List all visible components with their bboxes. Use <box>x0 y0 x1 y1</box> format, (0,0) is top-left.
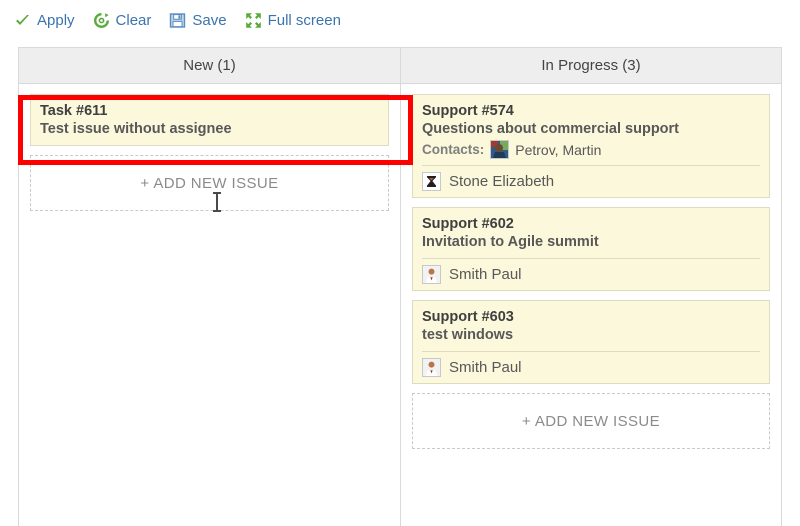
checkmark-icon <box>14 12 31 29</box>
column-new: New (1) Task #611 Test issue without ass… <box>18 47 400 526</box>
floppy-disk-icon <box>169 12 186 29</box>
clear-label: Clear <box>116 12 152 29</box>
add-new-issue-label: + ADD NEW ISSUE <box>140 175 278 192</box>
card-title: Invitation to Agile summit <box>422 233 760 252</box>
assignee-avatar <box>422 358 441 377</box>
text-cursor <box>216 192 218 212</box>
card-divider <box>422 258 760 259</box>
save-label: Save <box>192 12 226 29</box>
card-id: Support #602 <box>422 215 760 233</box>
card-contacts-row: Contacts: Petrov, Martin <box>422 140 760 159</box>
card-title: Questions about commercial support <box>422 120 760 139</box>
issue-card[interactable]: Support #603 test windows Smith Paul <box>412 300 770 384</box>
contacts-label: Contacts: <box>422 141 484 159</box>
assignee-avatar <box>422 265 441 284</box>
column-body-in-progress: Support #574 Questions about commercial … <box>401 84 781 526</box>
card-assignee-row: Smith Paul <box>422 265 760 284</box>
fullscreen-button[interactable]: Full screen <box>245 12 341 29</box>
card-id: Support #603 <box>422 308 760 326</box>
toolbar: Apply Clear Save <box>0 0 800 40</box>
column-in-progress: In Progress (3) Support #574 Questions a… <box>400 47 782 526</box>
fullscreen-arrows-icon <box>245 12 262 29</box>
issue-card[interactable]: Task #611 Test issue without assignee <box>30 94 389 146</box>
apply-label: Apply <box>37 12 75 29</box>
apply-button[interactable]: Apply <box>14 12 75 29</box>
card-id: Support #574 <box>422 102 760 120</box>
add-new-issue-button[interactable]: + ADD NEW ISSUE <box>412 393 770 449</box>
add-new-issue-label: + ADD NEW ISSUE <box>522 413 660 430</box>
fullscreen-label: Full screen <box>268 12 341 29</box>
kanban-board: New (1) Task #611 Test issue without ass… <box>18 47 782 526</box>
add-new-issue-button[interactable]: + ADD NEW ISSUE <box>30 155 389 211</box>
refresh-icon <box>93 12 110 29</box>
column-body-new: Task #611 Test issue without assignee + … <box>19 84 400 526</box>
card-title: Test issue without assignee <box>40 120 379 139</box>
assignee-name: Smith Paul <box>449 266 522 283</box>
column-header-in-progress: In Progress (3) <box>401 47 781 84</box>
clear-button[interactable]: Clear <box>93 12 152 29</box>
issue-card[interactable]: Support #602 Invitation to Agile summit … <box>412 207 770 291</box>
card-divider <box>422 165 760 166</box>
card-id: Task #611 <box>40 102 379 120</box>
issue-card[interactable]: Support #574 Questions about commercial … <box>412 94 770 198</box>
column-header-new: New (1) <box>19 47 400 84</box>
card-title: test windows <box>422 326 760 345</box>
save-button[interactable]: Save <box>169 12 226 29</box>
card-assignee-row: Stone Elizabeth <box>422 172 760 191</box>
assignee-name: Smith Paul <box>449 359 522 376</box>
contact-name: Petrov, Martin <box>515 141 601 159</box>
card-divider <box>422 351 760 352</box>
assignee-avatar <box>422 172 441 191</box>
contact-avatar <box>490 140 509 159</box>
card-assignee-row: Smith Paul <box>422 358 760 377</box>
assignee-name: Stone Elizabeth <box>449 173 554 190</box>
